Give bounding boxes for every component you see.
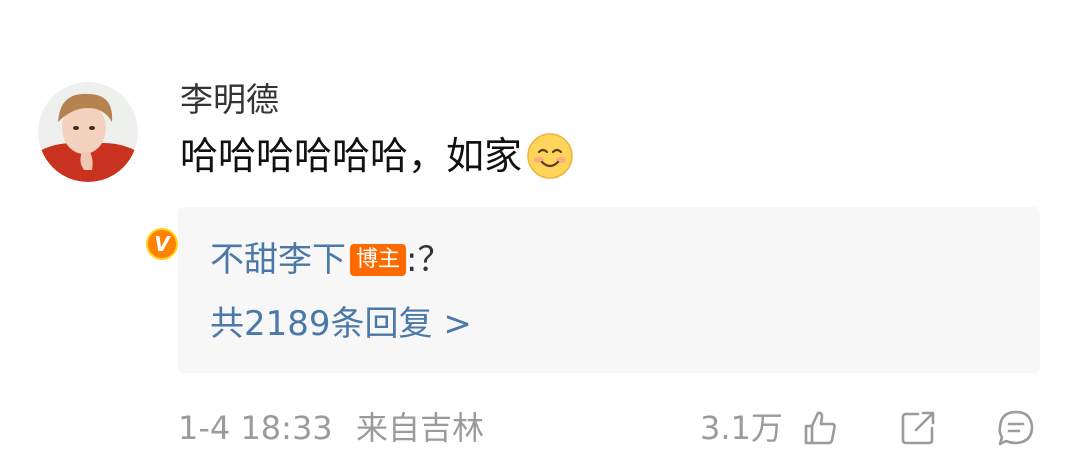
comment-card: V 李明德 哈哈哈哈哈哈，如家 不甜李下 博主 :？ 共2189条回复 > 1-…	[0, 0, 1080, 476]
reply-preview[interactable]: 不甜李下 博主 :？ 共2189条回复 >	[178, 207, 1040, 373]
avatar[interactable]: V	[38, 82, 182, 264]
reply-author[interactable]: 不甜李下	[210, 237, 346, 283]
verified-badge: V	[142, 224, 182, 264]
reply-content: :？	[406, 240, 452, 280]
verified-icon: V	[146, 228, 178, 260]
timestamp: 1-4 18:33	[178, 409, 333, 447]
location: 来自吉林	[356, 409, 485, 447]
blogger-badge: 博主	[350, 244, 407, 276]
like-count: 3.1万	[700, 409, 783, 447]
comment-text: 哈哈哈哈哈哈，如家	[180, 128, 574, 184]
comment-text-content: 哈哈哈哈哈哈，如家	[180, 134, 523, 178]
share-icon[interactable]	[898, 408, 938, 448]
comment-icon[interactable]	[996, 408, 1036, 448]
smile-emoji-icon	[527, 133, 573, 179]
username[interactable]: 李明德	[180, 78, 279, 122]
thumbs-up-icon[interactable]	[800, 408, 840, 448]
view-all-replies-link[interactable]: 共2189条回复 >	[210, 301, 472, 347]
avatar-image	[38, 82, 138, 182]
reply-item[interactable]: 不甜李下 博主 :？	[210, 237, 451, 283]
comment-footer: 1-4 18:33 来自吉林 3.1万	[178, 402, 1058, 454]
